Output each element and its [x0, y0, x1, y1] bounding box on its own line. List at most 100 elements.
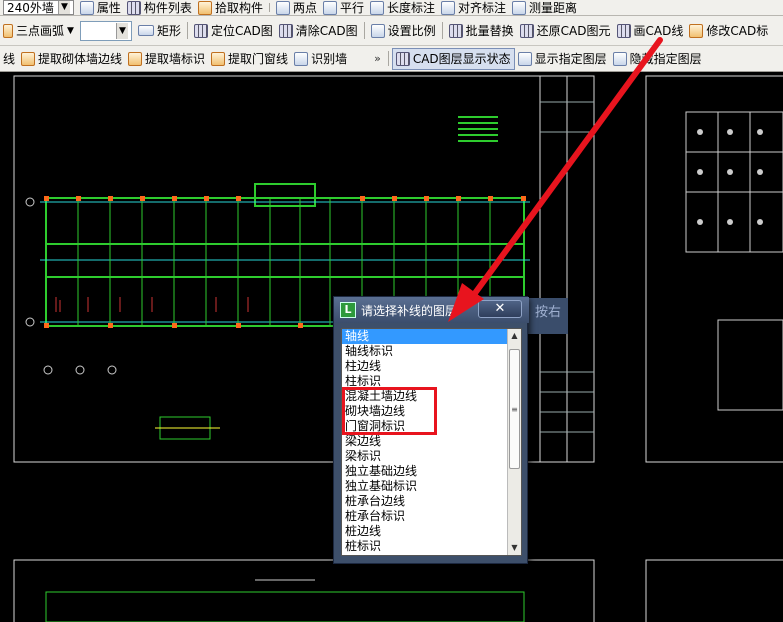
side-panel-button-label: 按右	[534, 305, 561, 320]
divider	[186, 21, 188, 40]
extract-door-window-button[interactable]: 提取门窗线	[208, 46, 291, 71]
line-tail-label: 线	[3, 52, 16, 66]
properties-icon	[79, 0, 94, 15]
identify-wall-button[interactable]: 识别墙	[291, 46, 350, 71]
batch-replace-label: 批量替换	[465, 24, 514, 38]
extract-wall-label-button[interactable]: 提取墙标识	[125, 46, 208, 71]
aligned-dimension-button[interactable]: 对齐标注	[438, 0, 509, 15]
divider	[363, 21, 365, 40]
restore-cad-button[interactable]: 还原CAD图元	[517, 16, 614, 45]
wall-type-value: 240外墙	[7, 1, 54, 15]
listbox-scrollbar[interactable]: ▲ ≡ ▼	[507, 329, 521, 555]
toolbar-row-2: 三点画弧 ▼ ▼ 矩形 定位CAD图 清除CAD图 设置比例 批量替换 还原CA…	[0, 16, 783, 46]
hide-layer-icon	[612, 51, 627, 66]
divider	[387, 51, 389, 66]
parallel-label: 平行	[339, 1, 364, 15]
close-button[interactable]: ✕	[478, 300, 522, 318]
set-scale-button[interactable]: 设置比例	[368, 16, 439, 45]
clear-cad-button[interactable]: 清除CAD图	[276, 16, 361, 45]
component-list-button[interactable]: 构件列表	[124, 0, 195, 15]
cad-layer-state-label: CAD图层显示状态	[412, 52, 511, 66]
extract-door-window-label: 提取门窗线	[228, 52, 289, 66]
right-plan-fixtures	[697, 129, 763, 225]
arc-icon	[3, 23, 13, 38]
side-panel-button[interactable]: 按右	[528, 298, 568, 334]
two-point-icon	[275, 0, 290, 15]
measure-distance-button[interactable]: 测量距离	[509, 0, 580, 15]
list-icon	[126, 0, 141, 15]
rectangle-icon	[137, 25, 154, 36]
length-dimension-button[interactable]: 长度标注	[367, 0, 438, 15]
layer-list-item[interactable]: 独立基础边线	[342, 464, 509, 479]
aligned-dimension-label: 对齐标注	[458, 1, 507, 15]
drawing-frame-2	[645, 75, 783, 463]
properties-label: 属性	[96, 1, 121, 15]
right-plan	[685, 111, 783, 411]
toolbar-overflow-icon[interactable]: »	[370, 52, 385, 65]
dimension-icon	[369, 0, 384, 15]
highlight-box	[342, 387, 437, 435]
extract-masonry-edge-button[interactable]: 提取砌体墙边线	[18, 46, 125, 71]
modify-cad-icon	[689, 23, 704, 38]
arc-mode-combo[interactable]: 三点画弧 ▼	[0, 16, 77, 45]
blank-combo[interactable]: ▼	[77, 16, 135, 45]
layer-listbox[interactable]: 轴线 轴线标识 柱边线 柱标识 混凝土墙边线 砌块墙边线 门窗洞标识 梁边线 梁标识 独立基础边线…	[341, 328, 522, 556]
draw-cad-line-label: 画CAD线	[633, 24, 684, 38]
app-icon: L	[340, 302, 356, 318]
draw-cad-line-button[interactable]: 画CAD线	[614, 16, 687, 45]
extract-masonry-edge-label: 提取砌体墙边线	[38, 52, 123, 66]
layer-state-icon	[395, 51, 410, 66]
layer-list-item[interactable]: 桩承台边线	[342, 494, 509, 509]
show-layer-label: 显示指定图层	[534, 52, 607, 66]
properties-button[interactable]: 属性	[77, 0, 124, 15]
layer-list-item[interactable]: 轴线	[342, 329, 509, 344]
arc-mode-value: 三点画弧	[16, 24, 65, 38]
batch-replace-button[interactable]: 批量替换	[446, 16, 517, 45]
show-layer-icon	[517, 51, 532, 66]
bottom-plan	[45, 579, 525, 622]
dropdown-icon: ▼	[67, 25, 74, 36]
modify-cad-button[interactable]: 修改CAD标	[686, 16, 771, 45]
layer-list-item[interactable]: 独立基础标识	[342, 479, 509, 494]
wall-type-combo[interactable]: 240外墙 ▼	[0, 0, 77, 15]
detail-drawing	[155, 416, 220, 440]
show-layer-button[interactable]: 显示指定图层	[515, 46, 610, 71]
layer-list-item[interactable]: 梁边线	[342, 434, 509, 449]
rectangle-button[interactable]: 矩形	[135, 16, 184, 45]
drawing-frame-3	[13, 559, 595, 622]
divider	[268, 3, 270, 12]
draw-line-icon	[616, 23, 631, 38]
extract-edge-icon	[21, 51, 36, 66]
dialog-title: 请选择补线的图层	[361, 303, 458, 318]
hide-layer-label: 隐藏指定图层	[629, 52, 702, 66]
restore-cad-label: 还原CAD图元	[536, 24, 611, 38]
layer-list-item[interactable]: 柱边线	[342, 359, 509, 374]
pick-component-button[interactable]: 拾取构件	[195, 0, 266, 15]
layer-list-item[interactable]: 梁标识	[342, 449, 509, 464]
measure-distance-label: 测量距离	[529, 1, 578, 15]
drawing-frame-4	[645, 559, 783, 622]
layer-list-item[interactable]: 桩标识	[342, 539, 509, 554]
layer-list-item[interactable]: 桩承台标识	[342, 509, 509, 524]
parallel-button[interactable]: 平行	[320, 0, 367, 15]
hide-layer-button[interactable]: 隐藏指定图层	[610, 46, 705, 71]
toolbar-row-1: 240外墙 ▼ 属性 构件列表 拾取构件 两点 平行 长度标注 对齐标注 测量距离	[0, 0, 783, 16]
locate-cad-button[interactable]: 定位CAD图	[191, 16, 276, 45]
identify-wall-icon	[294, 51, 309, 66]
batch-replace-icon	[448, 23, 463, 38]
restore-cad-icon	[519, 23, 534, 38]
cad-layer-state-button[interactable]: CAD图层显示状态	[391, 47, 515, 70]
scroll-thumb[interactable]: ≡	[509, 349, 520, 469]
scroll-down-icon[interactable]: ▼	[508, 541, 521, 555]
identify-wall-label: 识别墙	[311, 52, 348, 66]
scale-icon	[370, 23, 385, 38]
extract-door-icon	[211, 51, 226, 66]
extract-wall-label-label: 提取墙标识	[145, 52, 206, 66]
scroll-up-icon[interactable]: ▲	[508, 329, 521, 343]
two-point-button[interactable]: 两点	[273, 0, 320, 15]
rectangle-label: 矩形	[156, 24, 181, 38]
locate-cad-label: 定位CAD图	[210, 24, 273, 38]
layer-list-item[interactable]: 桩边线	[342, 524, 509, 539]
layer-list: 轴线 轴线标识 柱边线 柱标识 混凝土墙边线 砌块墙边线 门窗洞标识 梁边线 梁标识 独立基础边线…	[342, 329, 509, 554]
layer-list-item[interactable]: 轴线标识	[342, 344, 509, 359]
